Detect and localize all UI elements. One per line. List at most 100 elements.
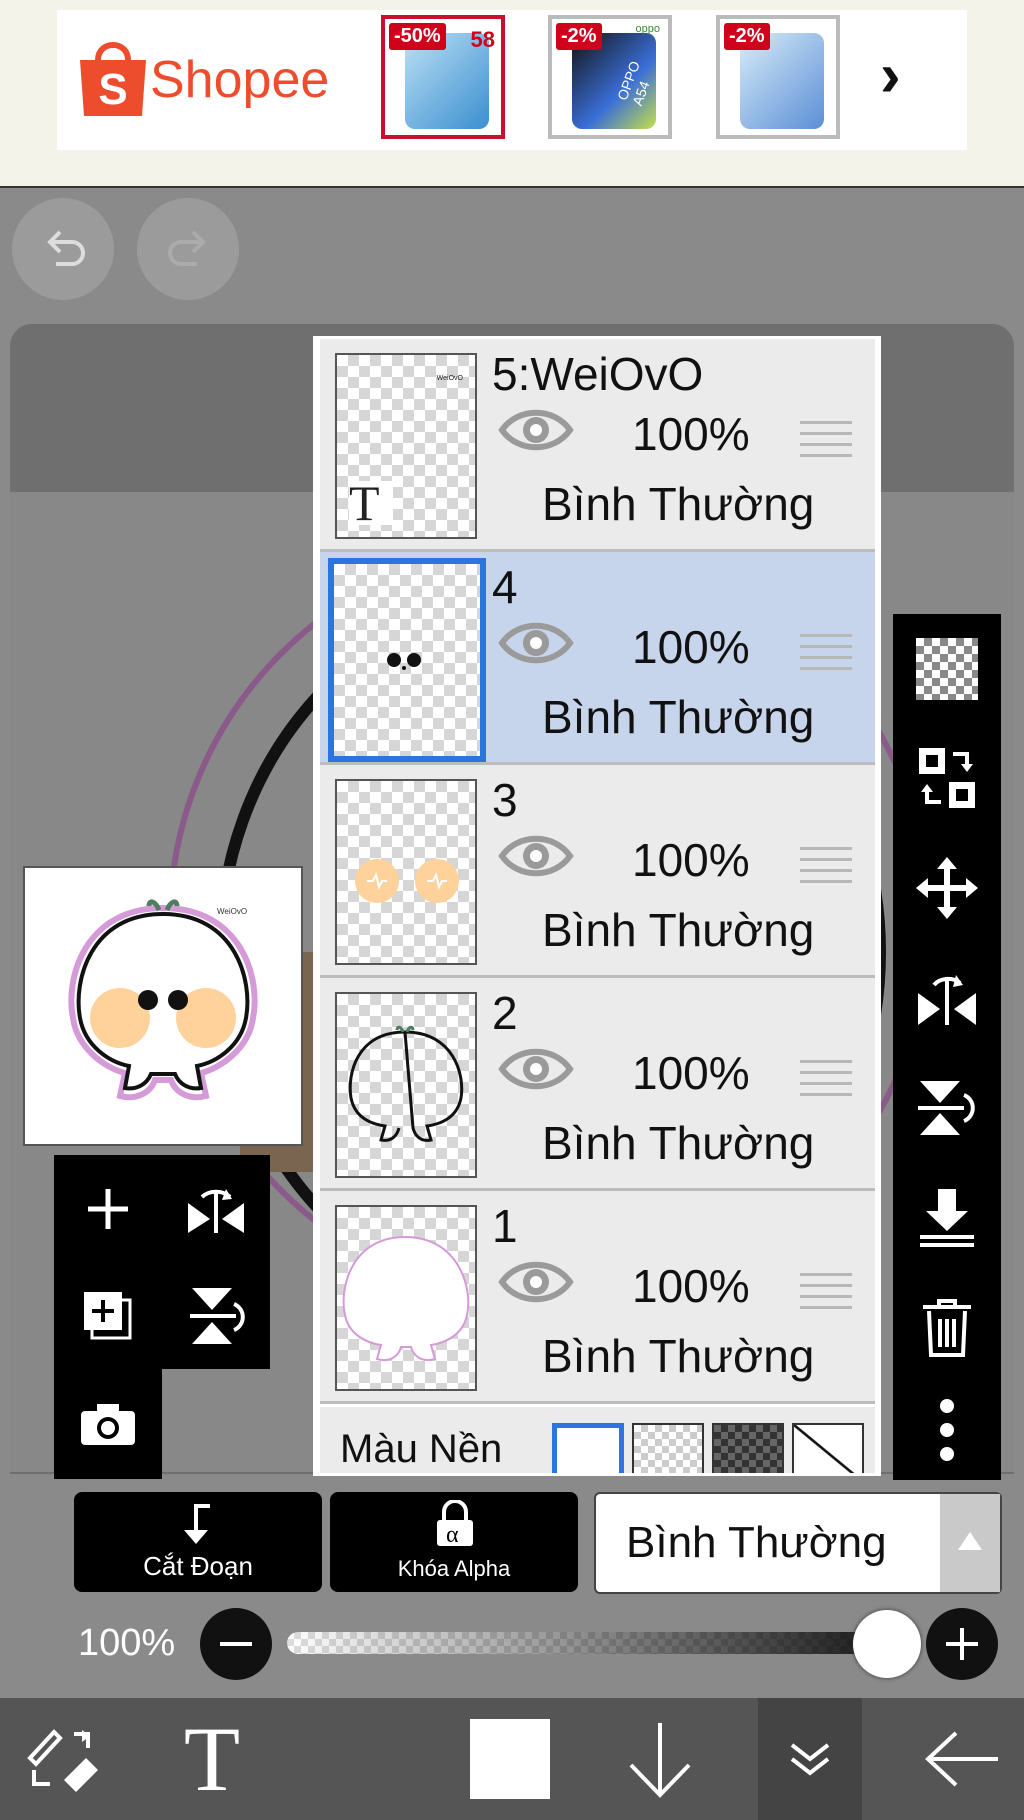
- more-vertical-icon: [940, 1399, 954, 1461]
- eyes-thumbnail: [387, 653, 421, 670]
- bg-checker-swatch[interactable]: [632, 1423, 704, 1473]
- layer-name: 3: [492, 774, 518, 826]
- opacity-decrease-button[interactable]: [200, 1608, 272, 1680]
- flip-horizontal-button-right[interactable]: [893, 948, 1001, 1048]
- redo-button[interactable]: [137, 198, 239, 300]
- silhouette-thumbnail: [342, 1235, 470, 1361]
- bg-none-swatch[interactable]: [792, 1423, 864, 1473]
- clipping-label: Cắt Đoạn: [143, 1551, 253, 1581]
- copy-layer-button[interactable]: [54, 1262, 162, 1369]
- ad-banner[interactable]: S Shopee -50% 58 -2% OPPO A54 oppo -2% ›: [0, 0, 1024, 188]
- delete-layer-button[interactable]: [893, 1278, 1001, 1378]
- flip-vertical-button[interactable]: [162, 1262, 270, 1369]
- camera-import-button[interactable]: [54, 1369, 162, 1479]
- brand-mark: oppo: [635, 23, 660, 35]
- price-tag: 58: [470, 27, 495, 52]
- blend-mode-select[interactable]: Bình Thường: [594, 1492, 1002, 1594]
- move-arrows-icon: [916, 857, 978, 919]
- back-arrow-icon: [925, 1731, 998, 1787]
- text-tool-icon: T: [183, 1708, 241, 1810]
- transparency-button[interactable]: [893, 619, 1001, 719]
- undo-button[interactable]: [12, 198, 114, 300]
- eye-icon[interactable]: [498, 1257, 574, 1307]
- background-label: Màu Nền: [340, 1427, 503, 1471]
- ad-product-1[interactable]: -50% 58: [381, 15, 505, 139]
- blend-mode-value: Bình Thường: [626, 1518, 887, 1567]
- chevron-right-icon[interactable]: ›: [880, 40, 901, 111]
- layer-blend-mode: Bình Thường: [542, 478, 815, 530]
- redo-icon: [168, 230, 206, 266]
- flip-vertical-button-right[interactable]: [893, 1058, 1001, 1158]
- ad-product-2[interactable]: -2% OPPO A54 oppo: [548, 15, 672, 139]
- eye-icon[interactable]: [498, 405, 574, 455]
- merge-down-button[interactable]: [893, 1168, 1001, 1268]
- layer-name: 2: [492, 987, 518, 1039]
- outline-thumbnail: [348, 1025, 464, 1142]
- checkerboard-icon: [916, 638, 978, 700]
- transform-tool-button[interactable]: [0, 1698, 124, 1820]
- alpha-lock-button[interactable]: α Khóa Alpha: [330, 1492, 578, 1592]
- drag-handle-icon[interactable]: [800, 847, 852, 887]
- layer-thumbnail[interactable]: [335, 1205, 477, 1391]
- layer-thumbnail[interactable]: T WeiOvO: [335, 353, 477, 539]
- layer-name: 1: [492, 1200, 518, 1252]
- alpha-symbol: α: [446, 1522, 459, 1548]
- layer-thumbnail[interactable]: [335, 779, 477, 965]
- layer-down-button[interactable]: [610, 1698, 710, 1820]
- bottom-toolbar: T: [0, 1698, 1024, 1820]
- layer-preview: WeiOvO: [23, 866, 303, 1146]
- layer-row-2[interactable]: 2 100% Bình Thường: [320, 978, 875, 1191]
- layer-thumbnail[interactable]: [328, 558, 486, 762]
- left-toolbar-lower: [54, 1369, 162, 1479]
- bg-dark-checker-swatch[interactable]: [712, 1423, 784, 1473]
- discount-badge: -50%: [389, 23, 446, 50]
- layers-menu-button[interactable]: [758, 1698, 862, 1820]
- duplicate-layer-icon: [84, 1291, 132, 1339]
- drag-handle-icon[interactable]: [800, 1060, 852, 1100]
- eye-icon[interactable]: [498, 831, 574, 881]
- text-tool-button[interactable]: T: [150, 1698, 274, 1820]
- layer-opacity: 100%: [632, 408, 750, 460]
- layer-thumbnail[interactable]: [335, 992, 477, 1178]
- more-options-button[interactable]: [893, 1380, 1001, 1480]
- color-picker-button[interactable]: [450, 1698, 570, 1820]
- swap-layer-button[interactable]: [893, 728, 1001, 828]
- background-color-row: Màu Nền: [320, 1407, 875, 1473]
- layer-row-4[interactable]: 4 100% Bình Thường: [320, 552, 875, 765]
- opacity-increase-button[interactable]: [926, 1608, 998, 1680]
- drag-handle-icon[interactable]: [800, 421, 852, 461]
- layer-opacity: 100%: [632, 1260, 750, 1312]
- clipping-button[interactable]: Cắt Đoạn: [74, 1492, 322, 1592]
- opacity-slider-track[interactable]: [287, 1632, 887, 1654]
- minus-icon: [220, 1642, 252, 1646]
- bg-white-swatch[interactable]: [552, 1423, 624, 1473]
- arrow-down-icon: [629, 1723, 691, 1798]
- dropdown-arrow-button[interactable]: [940, 1494, 1000, 1592]
- trash-icon: [923, 1299, 971, 1357]
- layer-name: 5:WeiOvO: [492, 348, 704, 400]
- cheeks-thumbnail: [355, 859, 459, 903]
- layer-blend-mode: Bình Thường: [542, 904, 815, 956]
- eye-icon[interactable]: [498, 618, 574, 668]
- transform-tool-icon: [27, 1729, 98, 1792]
- color-swatch-icon: [470, 1719, 550, 1799]
- opacity-slider-thumb[interactable]: [853, 1610, 921, 1678]
- camera-icon: [81, 1404, 135, 1445]
- move-button[interactable]: [893, 838, 1001, 938]
- flip-horizontal-icon: [918, 975, 976, 1025]
- drag-handle-icon[interactable]: [800, 1273, 852, 1313]
- preview-text: WeiOvO: [217, 907, 247, 916]
- swap-icon: [919, 748, 975, 808]
- layers-panel: T WeiOvO 5:WeiOvO 100% Bình Thường 4 100…: [313, 336, 881, 1476]
- opacity-value: 100%: [78, 1622, 176, 1664]
- back-button[interactable]: [900, 1698, 1024, 1820]
- eye-icon[interactable]: [498, 1044, 574, 1094]
- clip-arrow-icon: [184, 1504, 210, 1544]
- ad-product-3[interactable]: -2%: [716, 15, 840, 139]
- add-layer-button[interactable]: [54, 1155, 162, 1262]
- flip-horizontal-button[interactable]: [162, 1155, 270, 1262]
- layer-row-1[interactable]: 1 100% Bình Thường: [320, 1191, 875, 1404]
- layer-row-5[interactable]: T WeiOvO 5:WeiOvO 100% Bình Thường: [320, 339, 875, 552]
- layer-row-3[interactable]: 3 100% Bình Thường: [320, 765, 875, 978]
- drag-handle-icon[interactable]: [800, 634, 852, 674]
